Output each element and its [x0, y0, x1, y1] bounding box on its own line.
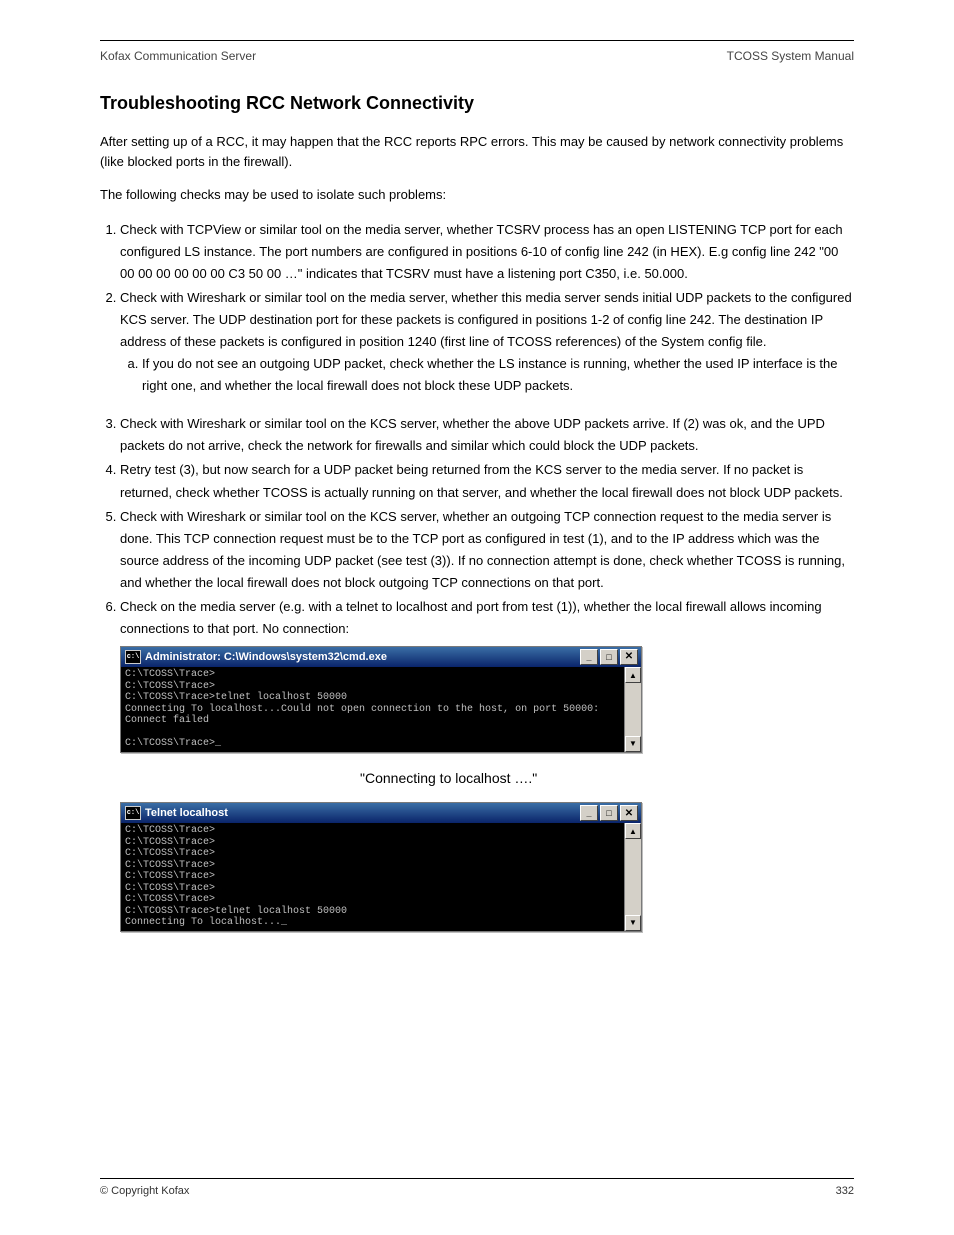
scroll-down-button[interactable]: ▼: [625, 915, 641, 931]
cmd-window-2: c:\ Telnet localhost _ □ ✕ C:\TCOSS\Trac…: [120, 802, 642, 932]
footer-right: 332: [836, 1185, 854, 1197]
running-header: Kofax Communication Server TCOSS System …: [100, 49, 854, 63]
cmd2-body: C:\TCOSS\Trace> C:\TCOSS\Trace> C:\TCOSS…: [121, 823, 641, 931]
scrollbar[interactable]: ▲ ▼: [624, 823, 641, 931]
checks-item-1: Check with TCPView or similar tool on th…: [120, 219, 854, 285]
close-button[interactable]: ✕: [620, 649, 638, 665]
checks-item-5: Check with Wireshark or similar tool on …: [120, 506, 854, 594]
cmd1-output: C:\TCOSS\Trace> C:\TCOSS\Trace> C:\TCOSS…: [121, 667, 624, 752]
between-screenshots-caption: "Connecting to localhost ….": [120, 767, 854, 791]
checks-item-4: Retry test (3), but now search for a UDP…: [120, 459, 854, 503]
caption-quoted: "Connecting to localhost ….": [360, 770, 537, 786]
scrollbar[interactable]: ▲ ▼: [624, 667, 641, 752]
header-left: Kofax Communication Server: [100, 49, 256, 63]
cmd-window-1: c:\ Administrator: C:\Windows\system32\c…: [120, 646, 642, 753]
cmd-icon: c:\: [125, 650, 141, 664]
checks-list: Check with TCPView or similar tool on th…: [120, 219, 854, 932]
intro-paragraph-2: The following checks may be used to isol…: [100, 185, 854, 205]
cmd2-output: C:\TCOSS\Trace> C:\TCOSS\Trace> C:\TCOSS…: [121, 823, 624, 931]
scroll-down-button[interactable]: ▼: [625, 736, 641, 752]
header-right: TCOSS System Manual: [727, 49, 854, 63]
scroll-up-button[interactable]: ▲: [625, 823, 641, 839]
running-footer: © Copyright Kofax 332: [100, 1185, 854, 1197]
checks-item-2-text: Check with Wireshark or similar tool on …: [120, 290, 852, 349]
section-title: Troubleshooting RCC Network Connectivity: [100, 93, 854, 114]
cmd1-title: Administrator: C:\Windows\system32\cmd.e…: [145, 651, 576, 664]
footer-left: © Copyright Kofax: [100, 1185, 189, 1197]
checks-item-2: Check with Wireshark or similar tool on …: [120, 287, 854, 397]
scroll-up-button[interactable]: ▲: [625, 667, 641, 683]
intro-paragraph-1: After setting up of a RCC, it may happen…: [100, 132, 854, 171]
minimize-button[interactable]: _: [580, 649, 598, 665]
checks-item-3: Check with Wireshark or similar tool on …: [120, 413, 854, 457]
cmd1-body: C:\TCOSS\Trace> C:\TCOSS\Trace> C:\TCOSS…: [121, 667, 641, 752]
cmd2-title: Telnet localhost: [145, 807, 576, 820]
close-button[interactable]: ✕: [620, 805, 638, 821]
cmd1-titlebar[interactable]: c:\ Administrator: C:\Windows\system32\c…: [121, 647, 641, 667]
document-page: Kofax Communication Server TCOSS System …: [0, 0, 954, 1235]
checks-item-2a: If you do not see an outgoing UDP packet…: [142, 353, 854, 397]
cmd-icon: c:\: [125, 806, 141, 820]
checks-item-6-text: Check on the media server (e.g. with a t…: [120, 599, 822, 636]
cmd2-titlebar[interactable]: c:\ Telnet localhost _ □ ✕: [121, 803, 641, 823]
checks-sublist-2: If you do not see an outgoing UDP packet…: [142, 353, 854, 397]
header-rule: [100, 40, 854, 41]
minimize-button[interactable]: _: [580, 805, 598, 821]
maximize-button[interactable]: □: [600, 805, 618, 821]
maximize-button[interactable]: □: [600, 649, 618, 665]
footer-rule: [100, 1178, 854, 1179]
checks-item-6: Check on the media server (e.g. with a t…: [120, 596, 854, 932]
window-controls: _ □ ✕: [580, 649, 638, 665]
window-controls: _ □ ✕: [580, 805, 638, 821]
